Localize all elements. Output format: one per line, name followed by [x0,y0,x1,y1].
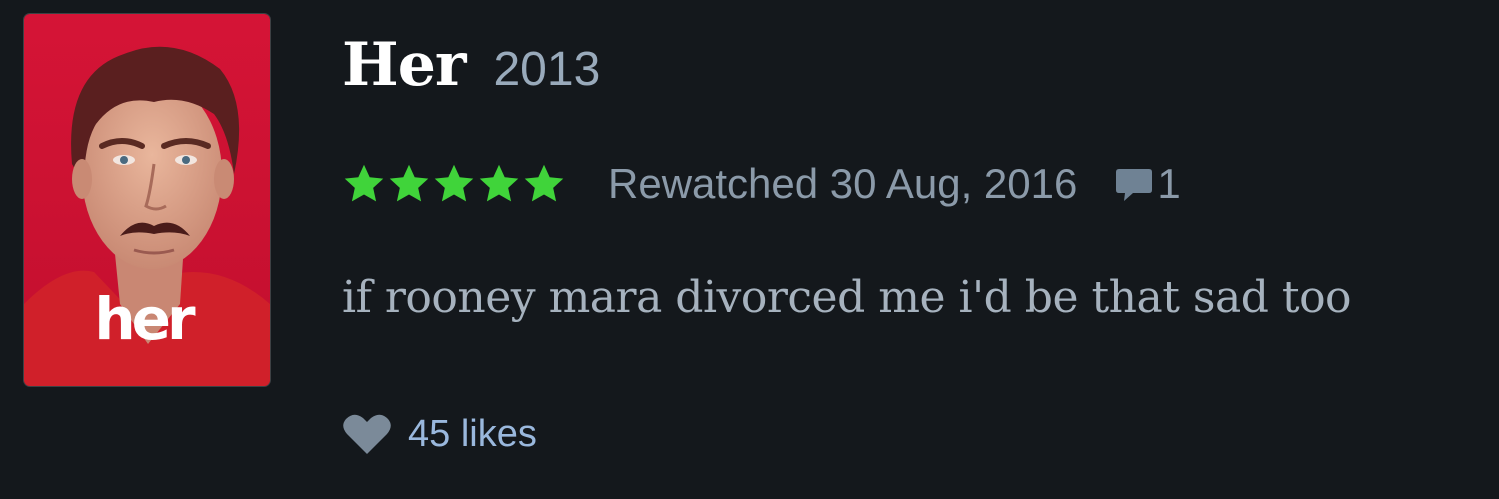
likes-row: 45 likes [342,412,537,456]
star-icon [434,164,474,202]
speech-bubble-icon [1116,169,1153,201]
title-row: Her 2013 [342,30,600,100]
film-title[interactable]: Her [342,30,466,100]
star-icon [344,164,384,202]
watch-status-date[interactable]: Rewatched 30 Aug, 2016 [608,160,1077,208]
rating-stars [342,162,566,206]
film-year[interactable]: 2013 [493,43,600,96]
poster-title-text: her [94,285,195,353]
review-text: if rooney mara divorced me i'd be that s… [342,272,1352,323]
star-icon [479,164,519,202]
film-poster[interactable]: her [24,14,270,386]
comments-link[interactable]: 1 [1113,160,1181,208]
star-icon [389,164,429,202]
comment-count: 1 [1157,160,1181,207]
review-meta-row: Rewatched 30 Aug, 2016 1 [342,158,1181,210]
star-icon [524,164,564,202]
likes-count[interactable]: 45 likes [408,413,537,456]
heart-icon[interactable] [342,412,392,456]
